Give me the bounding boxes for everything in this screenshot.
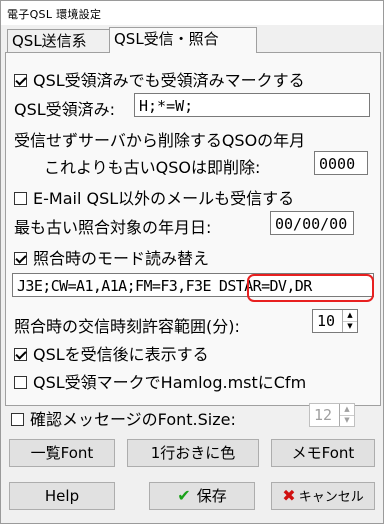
font-size-spinner[interactable]: 12 ▲ ▼ — [309, 403, 355, 427]
delete-year-label: 受信せずサーバから削除するQSOの年月 — [14, 131, 306, 150]
show-after-checkbox[interactable] — [14, 348, 27, 361]
oldest-input[interactable]: 00/00/00 — [270, 211, 354, 235]
memo-font-button[interactable]: メモFont — [271, 439, 375, 467]
email-other-checkbox[interactable] — [14, 192, 27, 205]
mode-replace-option[interactable]: 照合時のモード読み替え — [14, 245, 209, 269]
font-size-value: 12 — [314, 406, 333, 424]
cancel-button[interactable]: ✖ キャンセル — [271, 482, 375, 510]
tab-qsl-receive[interactable]: QSL受信・照合 — [109, 27, 257, 53]
email-other-label: E-Mail QSL以外のメールも受信する — [33, 189, 295, 208]
received-input[interactable]: H;*=W; — [134, 93, 370, 117]
oldest-label: 最も古い照合対象の年月日: — [14, 218, 212, 237]
hamlog-cfm-label: QSL受領マークでHamlog.mstにCfm — [33, 373, 307, 392]
x-icon: ✖ — [282, 486, 296, 505]
tolerance-label: 照合時の交信時刻許容範囲(分): — [14, 317, 240, 336]
mark-received-label: QSL受領済みでも受領済みマークする — [33, 71, 305, 90]
highlight-annotation — [247, 274, 374, 302]
spin-down-icon[interactable]: ▼ — [340, 415, 354, 426]
cancel-button-label: キャンセル — [298, 490, 364, 505]
hamlog-cfm-option[interactable]: QSL受領マークでHamlog.mstにCfm — [14, 369, 306, 393]
list-font-button[interactable]: 一覧Font — [9, 439, 115, 467]
mode-replace-label: 照合時のモード読み替え — [33, 249, 210, 268]
mark-received-checkbox[interactable] — [14, 74, 27, 87]
delete-older-input[interactable]: 0000 — [314, 151, 368, 175]
mode-replace-checkbox[interactable] — [14, 252, 27, 265]
mode-map-text: J3E;CW=A1,A1A;FM=F3,F3E — [17, 277, 212, 295]
hamlog-cfm-checkbox[interactable] — [14, 376, 27, 389]
confirm-font-option[interactable]: 確認メッセージのFont.Size: — [11, 406, 236, 430]
tolerance-spinner[interactable]: 10 ▲ ▼ — [312, 309, 358, 333]
font-size-spin-buttons: ▲ ▼ — [339, 404, 354, 426]
confirm-font-label: 確認メッセージのFont.Size: — [30, 410, 236, 429]
email-other-option[interactable]: E-Mail QSL以外のメールも受信する — [14, 185, 294, 209]
show-after-label: QSLを受信後に表示する — [33, 345, 209, 364]
confirm-font-checkbox[interactable] — [11, 413, 24, 426]
delete-older-label: これよりも古いQSOは即削除: — [44, 158, 261, 177]
footer-area: 確認メッセージのFont.Size: 12 ▲ ▼ 一覧Font 1行おきに色 … — [5, 403, 379, 520]
mark-received-option[interactable]: QSL受領済みでも受領済みマークする — [14, 67, 305, 91]
window-title: 電子QSL 環境設定 — [7, 8, 102, 21]
help-button[interactable]: Help — [9, 482, 115, 510]
tolerance-spin-buttons: ▲ ▼ — [342, 310, 357, 332]
save-button[interactable]: ✔ 保存 — [149, 482, 255, 510]
save-button-label: 保存 — [196, 487, 227, 505]
spin-down-icon[interactable]: ▼ — [343, 321, 357, 332]
settings-window: 電子QSL 環境設定 QSL送信系 QSL受信・照合 QSL受領済みでも受領済み… — [0, 0, 384, 524]
title-bar: 電子QSL 環境設定 — [1, 1, 383, 25]
tolerance-value: 10 — [317, 312, 336, 330]
checkmark-icon: ✔ — [177, 486, 191, 505]
tab-qsl-send[interactable]: QSL送信系 — [7, 29, 113, 52]
tab-panel: QSL受領済みでも受領済みマークする QSL受領済み: H;*=W; 受信せずサ… — [5, 52, 381, 406]
tab-strip: QSL送信系 QSL受信・照合 — [5, 27, 379, 53]
show-after-option[interactable]: QSLを受信後に表示する — [14, 341, 209, 365]
received-label: QSL受領済み: — [14, 100, 116, 119]
alt-color-button[interactable]: 1行おきに色 — [127, 439, 259, 467]
